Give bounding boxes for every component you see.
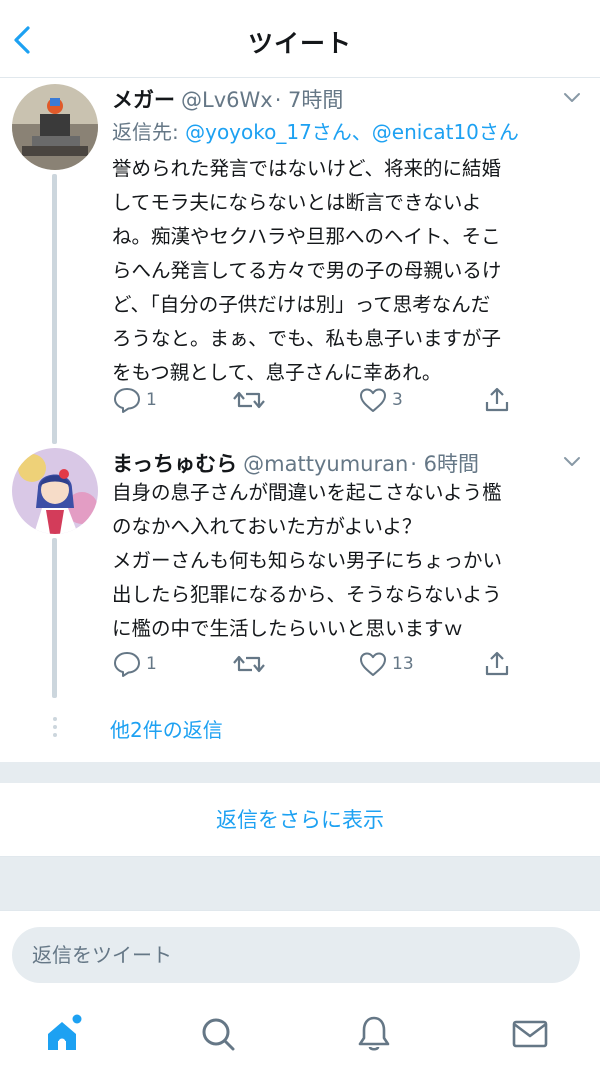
chevron-down-icon [564, 457, 580, 466]
reply-count: 1 [146, 390, 157, 410]
reply-composer-bar: 返信をツイート [0, 910, 600, 998]
tweet-header: まっちゅむら @mattyumuran· 6時間 [112, 448, 479, 478]
tweet-header: メガー @Lv6Wx· 7時間 [112, 84, 343, 114]
home-icon [48, 1014, 82, 1050]
text-line: のなかへ入れておいた方がよいよ？ [112, 515, 422, 538]
reply-button[interactable]: 1 [112, 646, 157, 682]
header-bar: ツイート [0, 0, 600, 78]
reply-input[interactable]: 返信をツイート [12, 927, 580, 983]
like-count: 3 [392, 390, 403, 410]
heart-icon [360, 388, 386, 412]
thread-line [52, 538, 57, 698]
text-line: ろうなと。まぁ、でも、私も息子いますが子 [112, 327, 502, 350]
timestamp: · 7時間 [274, 88, 344, 112]
page-title: ツイート [247, 29, 352, 58]
tweet-text: 誉められた発言ではないけど、将来的に結婚 してモラ夫にならないとは断言できないよ… [112, 152, 582, 390]
share-button[interactable] [482, 646, 512, 682]
show-more-replies-button[interactable]: 返信をさらに表示 [0, 783, 600, 857]
tab-bar [0, 998, 600, 1068]
share-button[interactable] [482, 382, 512, 418]
timestamp: · 6時間 [410, 452, 479, 476]
handle[interactable]: @mattyumuran [243, 452, 408, 476]
display-name[interactable]: メガー [112, 88, 175, 112]
tab-search[interactable] [196, 1012, 240, 1056]
tweet-actions: 1 3 [108, 382, 528, 418]
reply-to: 返信先: @yoyoko_17さん、@enicat10さん [112, 116, 519, 145]
retweet-icon [233, 655, 265, 673]
share-icon [485, 651, 509, 676]
reply-icon [114, 388, 140, 413]
reply-count: 1 [146, 654, 157, 674]
retweet-icon [233, 391, 265, 409]
more-dots-icon [53, 717, 57, 737]
like-button[interactable]: 13 [358, 646, 414, 682]
text-line: に檻の中で生活したらいいと思いますｗ [112, 617, 464, 640]
tweet-text: 自身の息子さんが間違いを起こさないよう檻 のなかへ入れておいた方がよいよ？ メガ… [112, 476, 582, 646]
like-count: 13 [392, 654, 414, 674]
tweet-menu-button[interactable] [562, 454, 582, 468]
retweet-button[interactable] [232, 382, 270, 418]
share-icon [485, 387, 509, 412]
reply-to-label: 返信先: [112, 120, 179, 144]
section-divider [0, 857, 600, 910]
display-name[interactable]: まっちゅむら [112, 452, 237, 476]
text-line: してモラ夫にならないとは断言できないよ [112, 191, 482, 214]
text-line: らへん発言してる方々で男の子の母親いるけ [112, 259, 502, 282]
reply-to-users[interactable]: @yoyoko_17さん、@enicat10さん [185, 120, 519, 144]
reply-icon [114, 652, 140, 677]
retweet-button[interactable] [232, 646, 270, 682]
avatar[interactable] [12, 448, 98, 534]
tweet[interactable]: まっちゅむら @mattyumuran· 6時間 自身の息子さんが間違いを起こさな… [0, 448, 600, 698]
thread-line [52, 174, 57, 444]
chevron-down-icon [564, 93, 580, 102]
tab-home[interactable] [42, 1012, 86, 1056]
handle[interactable]: @Lv6Wx [181, 88, 273, 112]
avatar[interactable] [12, 84, 98, 170]
text-line: 出したら犯罪になるから、そうならないよう [112, 583, 502, 606]
reply-button[interactable]: 1 [112, 382, 157, 418]
bell-icon [358, 1016, 390, 1051]
like-button[interactable]: 3 [358, 382, 403, 418]
search-icon [202, 1018, 235, 1051]
tab-messages[interactable] [508, 1012, 552, 1056]
text-line: 誉められた発言ではないけど、将来的に結婚 [112, 157, 502, 180]
tweet[interactable]: メガー @Lv6Wx· 7時間 返信先: @yoyoko_17さん、@enicat… [0, 78, 600, 448]
section-divider [0, 762, 600, 783]
tweet-menu-button[interactable] [562, 90, 582, 104]
more-replies-link[interactable]: 他2件の返信 [110, 714, 223, 743]
tab-notifications[interactable] [352, 1012, 396, 1056]
mail-icon [512, 1020, 548, 1048]
text-line: ど、「自分の子供だけは別」って思考なんだ [112, 293, 491, 316]
text-line: メガーさんも何も知らない男子にちょっかい [112, 549, 503, 572]
text-line: ね。痴漢やセクハラや旦那へのヘイト、そこ [112, 225, 501, 248]
text-line: 自身の息子さんが間違いを起こさないよう檻 [112, 481, 502, 504]
heart-icon [360, 652, 386, 676]
tweet-actions: 1 13 [108, 646, 528, 682]
